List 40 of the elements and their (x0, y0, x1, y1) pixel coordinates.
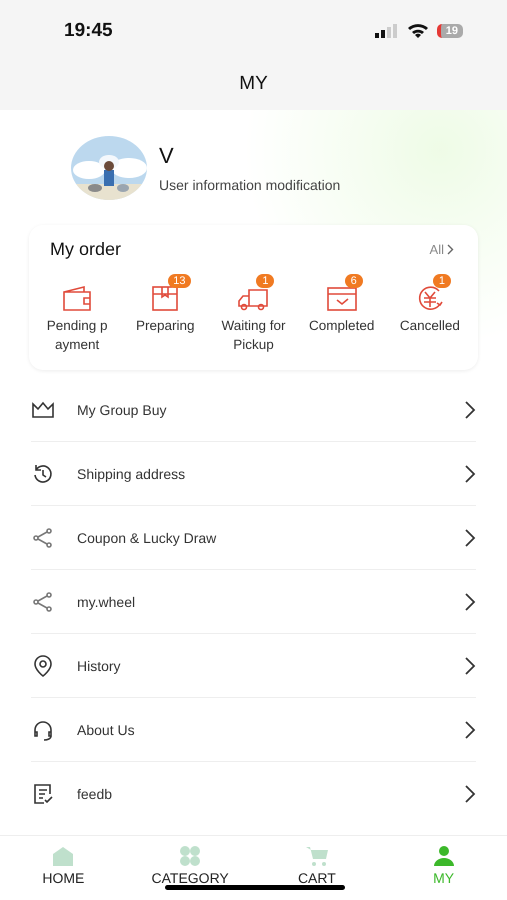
count-badge: 1 (432, 274, 451, 288)
user-name: V (159, 142, 175, 168)
tab-bar-item[interactable]: CATEGORY (126, 836, 254, 900)
signal-icon (374, 24, 399, 38)
chevron-right-icon (464, 528, 476, 548)
page-title: MY (238, 72, 269, 96)
cart-icon (304, 845, 330, 867)
menu-item[interactable]: My Group Buy (31, 378, 476, 442)
menu-item[interactable]: my.wheel (31, 570, 476, 634)
status-time: 19:45 (64, 20, 113, 42)
chevron-right-icon (464, 720, 476, 740)
chevron-right-icon (447, 244, 454, 255)
location-icon (31, 654, 55, 678)
order-status-button[interactable]: 6 Completed (298, 272, 386, 354)
chevron-right-icon (464, 592, 476, 612)
menu-item[interactable]: Shipping address (31, 442, 476, 506)
chevron-right-icon (464, 464, 476, 484)
tab-bar-item[interactable]: CART (254, 836, 380, 900)
edit-profile-link[interactable]: User information modification (159, 176, 340, 192)
order-status-button[interactable]: 1 Cancelled (386, 272, 474, 354)
calendar-check-icon (324, 284, 359, 312)
order-status-button[interactable]: 1 Waiting for Pickup (209, 272, 298, 354)
menu-item[interactable]: feedb (31, 762, 476, 826)
all-orders-link[interactable]: All (430, 242, 454, 257)
chevron-right-icon (464, 656, 476, 676)
chevron-right-icon (464, 784, 476, 804)
count-badge: 6 (344, 274, 363, 288)
tab-bar-item[interactable]: HOME (0, 836, 127, 900)
count-badge: 1 (256, 274, 274, 288)
wifi-icon (406, 23, 429, 39)
order-status-button[interactable]: Pending p ayment (33, 272, 122, 354)
count-badge: 13 (168, 274, 191, 288)
menu-item[interactable]: History (31, 634, 476, 698)
form-icon (31, 782, 55, 806)
menu-item[interactable]: Coupon & Lucky Draw (31, 506, 476, 570)
order-status-button[interactable]: 13 Preparing (121, 272, 210, 354)
menu-item[interactable]: About Us (31, 698, 476, 762)
chevron-right-icon (464, 400, 476, 420)
battery-level: 19 (436, 24, 463, 38)
card-title: My order (50, 239, 122, 260)
